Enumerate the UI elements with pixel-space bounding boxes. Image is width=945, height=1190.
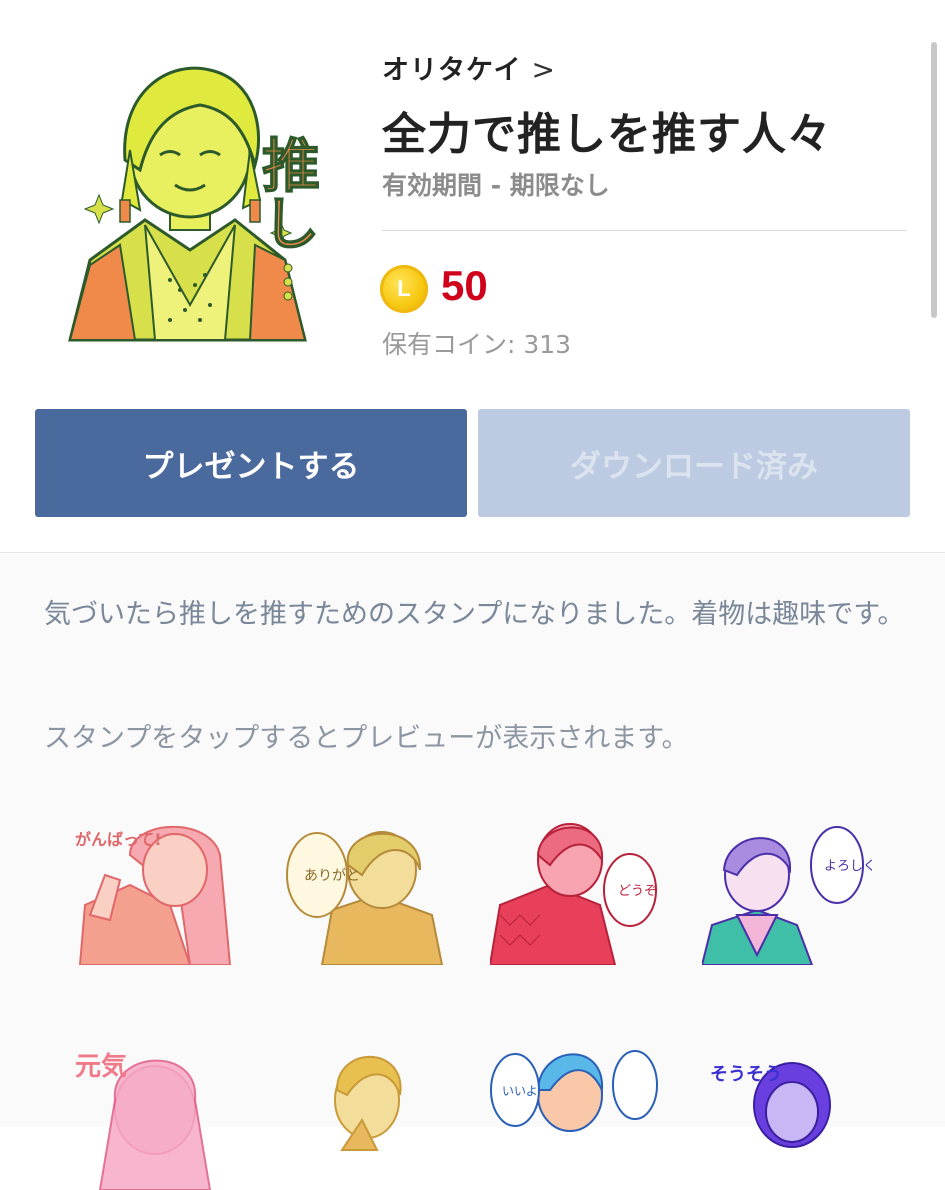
sticker-item[interactable]: いいよ: [490, 1040, 660, 1190]
downloaded-button[interactable]: ダウンロード済み: [478, 409, 910, 517]
sticker-bubble-text: いいよ: [502, 1084, 538, 1098]
sticker-item[interactable]: そうそう: [702, 1040, 872, 1190]
sticker-item[interactable]: [282, 1040, 452, 1190]
line-coin-icon: L: [380, 265, 428, 313]
sticker-item[interactable]: どうぞ: [490, 815, 660, 965]
sticker-item[interactable]: よろしく: [702, 815, 872, 965]
main-sticker-image: 推し: [50, 50, 330, 350]
sticker-item[interactable]: がんばって!: [70, 815, 240, 965]
scrollbar[interactable]: [931, 42, 937, 318]
description-text: 気づいたら推しを推すためのスタンプになりました。着物は趣味です。: [44, 599, 905, 630]
validity-text: 有効期間 - 期限なし: [382, 171, 610, 200]
coin-letter: L: [397, 276, 411, 301]
product-title: 全力で推しを推す人々: [382, 109, 832, 160]
sticker-bubble-text: がんばって!: [75, 830, 162, 849]
author-name: オリタケイ: [382, 55, 522, 86]
sticker-bubble-text: よろしく: [824, 859, 872, 874]
sticker-item[interactable]: 元気: [70, 1040, 240, 1190]
present-button[interactable]: プレゼントする: [35, 409, 467, 517]
preview-hint: スタンプをタップするとプレビューが表示されます。: [44, 723, 689, 754]
thumbnail-oshi-text: 推し: [252, 135, 320, 251]
price: 50: [441, 262, 488, 309]
sticker-item[interactable]: ありがと: [282, 815, 452, 965]
chevron-right-icon: >: [531, 53, 556, 86]
sticker-bubble-text: ありがと: [304, 868, 360, 884]
author-link[interactable]: オリタケイ >: [382, 48, 556, 87]
divider: [382, 230, 907, 231]
sticker-bubble-text: 元気: [75, 1051, 127, 1082]
sticker-bubble-text: そうそう: [710, 1064, 782, 1085]
sticker-bubble-text: どうぞ: [618, 884, 657, 899]
owned-coins: 保有コイン: 313: [382, 330, 572, 359]
